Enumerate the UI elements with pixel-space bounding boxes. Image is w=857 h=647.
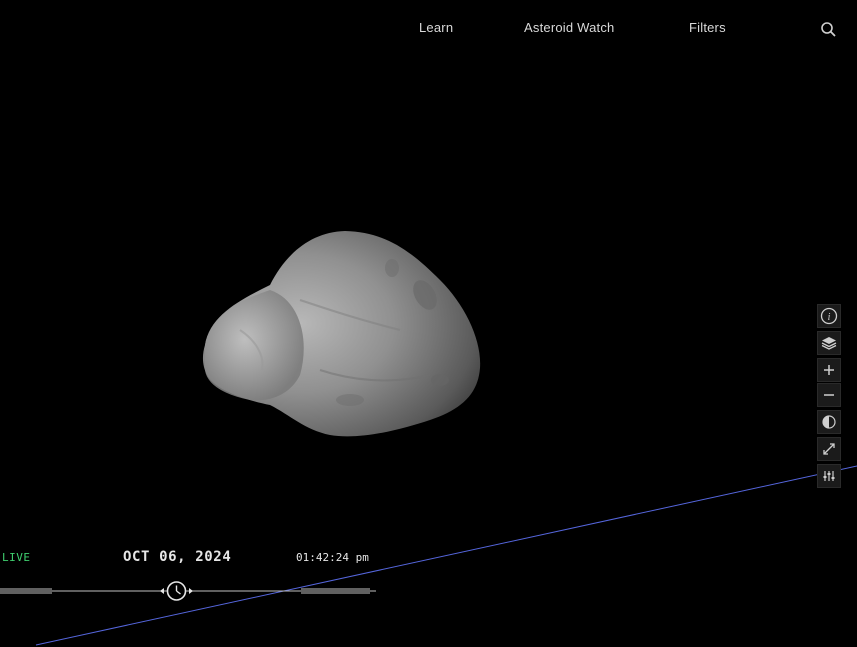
nav-filters[interactable]: Filters xyxy=(689,20,726,35)
zoom-out-icon xyxy=(824,394,834,396)
layers-icon xyxy=(821,337,837,350)
lighting-button[interactable] xyxy=(817,410,841,434)
top-nav: Learn Asteroid Watch Filters xyxy=(0,0,857,56)
fullscreen-button[interactable] xyxy=(817,437,841,461)
live-button[interactable]: LIVE xyxy=(2,551,31,564)
time-display[interactable]: 01:42:24 pm xyxy=(296,551,369,564)
date-display[interactable]: OCT 06, 2024 xyxy=(123,549,231,565)
zoom-out-button[interactable] xyxy=(817,383,841,407)
zoom-in-button[interactable] xyxy=(817,358,841,382)
view-toolbar: i xyxy=(817,304,841,491)
search-button[interactable] xyxy=(820,21,837,38)
fullscreen-icon xyxy=(823,443,835,455)
zoom-in-icon xyxy=(824,365,834,375)
nav-asteroid-watch[interactable]: Asteroid Watch xyxy=(524,20,614,35)
time-slider[interactable] xyxy=(0,578,380,604)
settings-button[interactable] xyxy=(817,464,841,488)
layers-button[interactable] xyxy=(817,331,841,355)
nav-learn[interactable]: Learn xyxy=(419,20,453,35)
settings-sliders-icon xyxy=(823,471,835,481)
info-icon: i xyxy=(820,307,838,325)
search-icon xyxy=(821,22,836,37)
lighting-icon xyxy=(822,415,836,429)
svg-text:i: i xyxy=(828,312,831,323)
asteroid-model xyxy=(202,231,481,437)
info-button[interactable]: i xyxy=(817,304,841,328)
